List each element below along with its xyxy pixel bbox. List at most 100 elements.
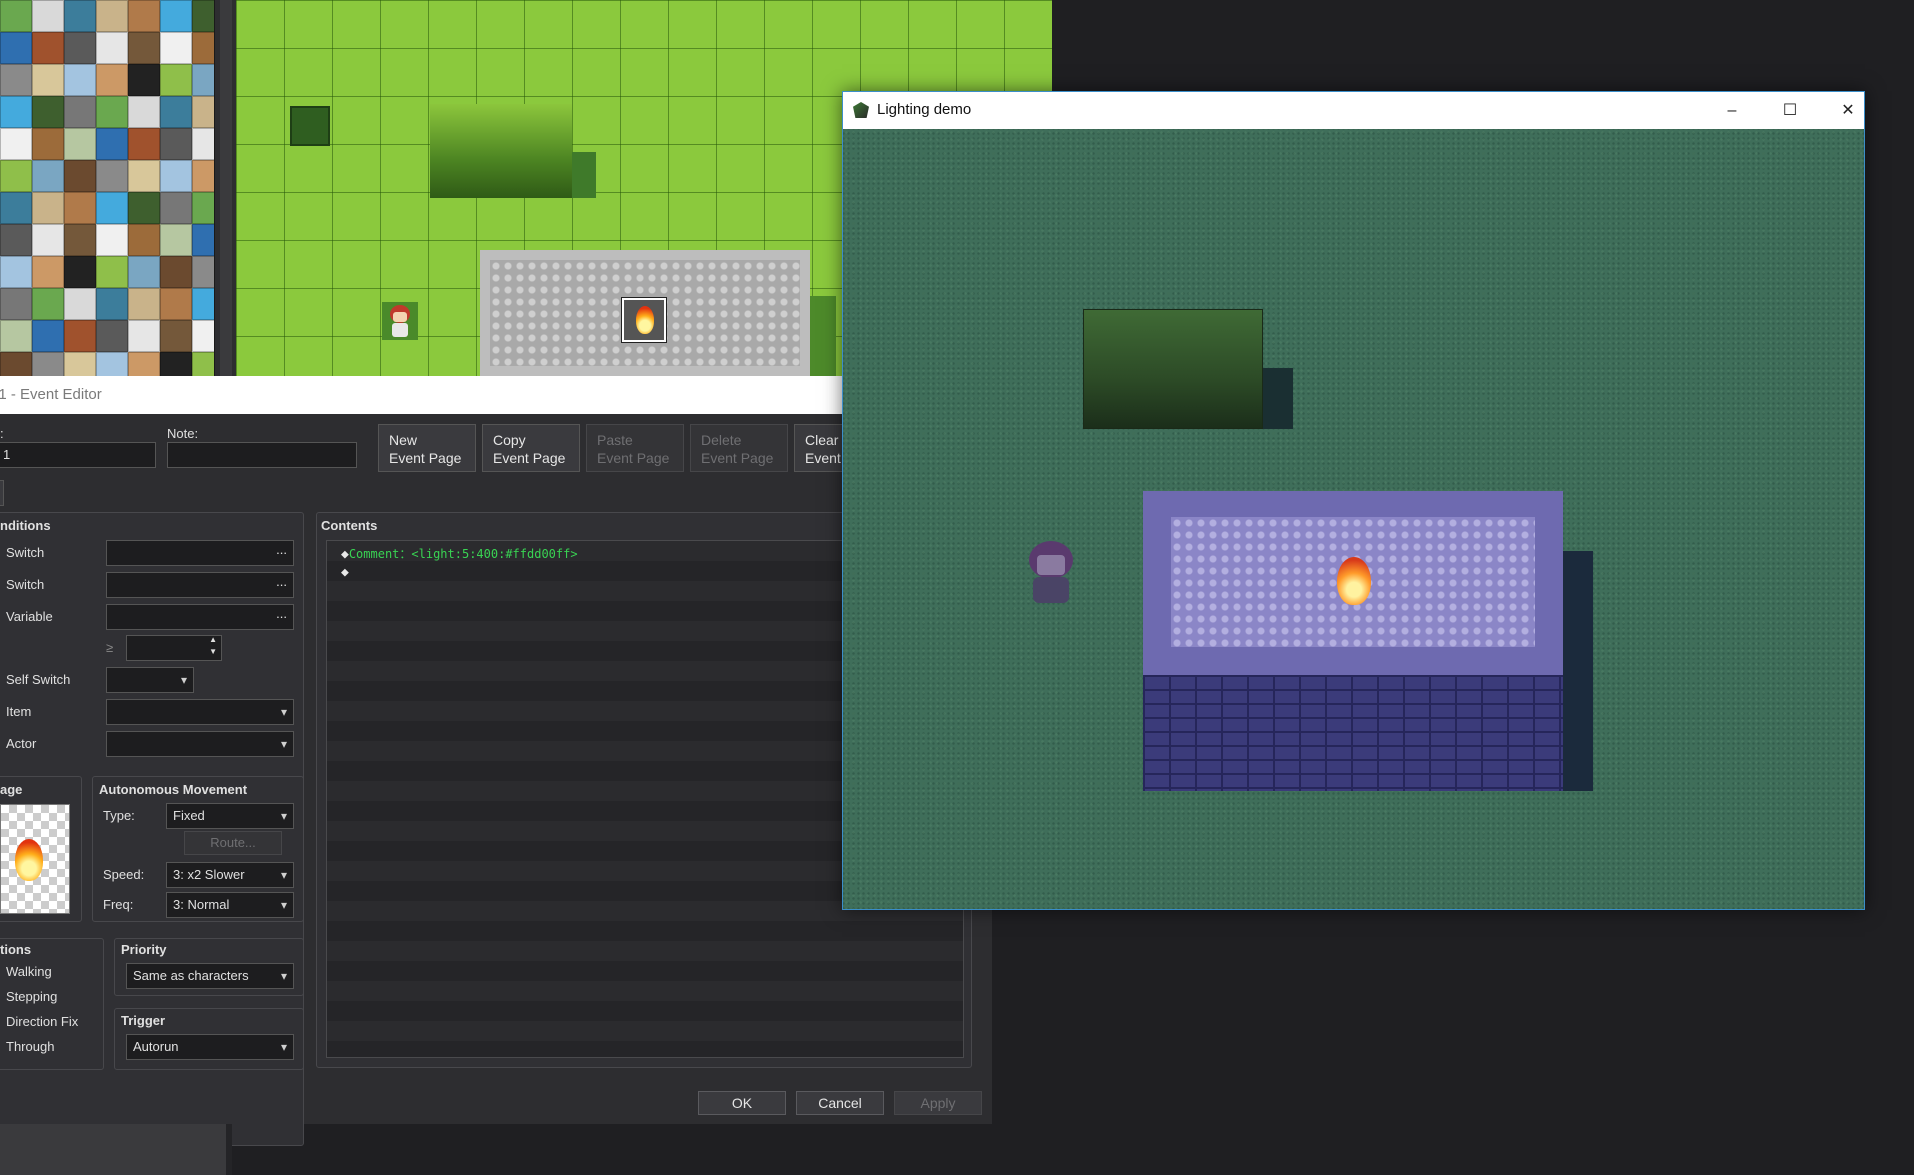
tileset-tile[interactable] (0, 320, 32, 352)
tileset-tile[interactable] (96, 224, 128, 256)
item-select[interactable] (106, 699, 294, 725)
tileset-tile[interactable] (96, 256, 128, 288)
tileset-tile[interactable] (32, 288, 64, 320)
tileset-tile[interactable] (64, 96, 96, 128)
tileset-tile[interactable] (192, 288, 214, 320)
page-tab[interactable] (0, 480, 4, 506)
tileset-tile[interactable] (128, 192, 160, 224)
copy-event-page-button[interactable]: Copy Event Page (482, 424, 580, 472)
walking-checkbox[interactable]: Walking (6, 964, 52, 979)
tileset-tile[interactable] (0, 192, 32, 224)
tileset-tile[interactable] (192, 64, 214, 96)
tileset-tile[interactable] (96, 0, 128, 32)
tileset-tile[interactable] (96, 352, 128, 376)
tileset-tile[interactable] (0, 64, 32, 96)
tileset-tile[interactable] (0, 256, 32, 288)
tileset-tile[interactable] (192, 160, 214, 192)
ellipsis-icon[interactable]: ... (276, 570, 287, 594)
stepper-arrows-icon[interactable]: ▲ ▼ (209, 634, 217, 658)
tileset-tile[interactable] (192, 320, 214, 352)
tileset-tile[interactable] (64, 0, 96, 32)
self-switch-select[interactable] (106, 667, 194, 693)
tileset-tile[interactable] (128, 0, 160, 32)
tileset-tile[interactable] (160, 256, 192, 288)
tileset-tile[interactable] (96, 320, 128, 352)
tileset-tile[interactable] (96, 128, 128, 160)
tileset-tile[interactable] (96, 64, 128, 96)
tileset-tile[interactable] (64, 352, 96, 376)
tileset-tile[interactable] (32, 32, 64, 64)
new-event-page-button[interactable]: New Event Page (378, 424, 476, 472)
tileset-tile[interactable] (32, 96, 64, 128)
tileset-tile[interactable] (64, 192, 96, 224)
demo-titlebar[interactable]: Lighting demo – ☐ ✕ (843, 92, 1864, 129)
tileset-tile[interactable] (0, 0, 32, 32)
tileset-tile[interactable] (128, 96, 160, 128)
tileset-tile[interactable] (96, 192, 128, 224)
ellipsis-icon[interactable]: ... (276, 602, 287, 626)
variable-value-stepper[interactable]: ▲ ▼ (126, 635, 222, 661)
maximize-button[interactable]: ☐ (1761, 92, 1819, 129)
game-view[interactable] (843, 129, 1864, 909)
tileset-tile[interactable] (32, 320, 64, 352)
tileset-tile[interactable] (128, 256, 160, 288)
tileset-tile[interactable] (128, 160, 160, 192)
tileset-tile[interactable] (32, 128, 64, 160)
tileset-tile[interactable] (160, 64, 192, 96)
tileset-tile[interactable] (128, 224, 160, 256)
tileset-tile[interactable] (96, 32, 128, 64)
tileset-tile[interactable] (192, 224, 214, 256)
tileset-tile[interactable] (64, 128, 96, 160)
tileset-tile[interactable] (64, 64, 96, 96)
stepping-checkbox[interactable]: Stepping (6, 989, 57, 1004)
trigger-select[interactable]: Autorun (126, 1034, 294, 1060)
ok-button[interactable]: OK (698, 1091, 786, 1115)
tileset-tile[interactable] (192, 96, 214, 128)
name-input[interactable]: 1 (0, 442, 156, 468)
tileset-tile[interactable] (160, 320, 192, 352)
scrollbar-thumb[interactable] (220, 0, 232, 376)
route-button[interactable]: Route... (184, 831, 282, 855)
tileset-tile[interactable] (32, 352, 64, 376)
minimize-button[interactable]: – (1703, 92, 1761, 129)
delete-event-page-button[interactable]: Delete Event Page (690, 424, 788, 472)
ellipsis-icon[interactable]: ... (276, 538, 287, 562)
tileset-tile[interactable] (192, 0, 214, 32)
tileset-tile[interactable] (160, 192, 192, 224)
tileset-tile[interactable] (0, 96, 32, 128)
variable-field[interactable]: ... (106, 604, 294, 630)
tileset-tile[interactable] (32, 192, 64, 224)
tileset-scrollbar[interactable] (214, 0, 236, 376)
command-line[interactable]: ◆Comment：<light:5:400:#ffdd00ff> (341, 545, 578, 562)
tileset-tile[interactable] (192, 352, 214, 376)
movement-speed-select[interactable]: 3: x2 Slower (166, 862, 294, 888)
through-checkbox[interactable]: Through (6, 1039, 54, 1054)
tileset-tile[interactable] (192, 192, 214, 224)
tileset-tile[interactable] (96, 96, 128, 128)
tileset-tile[interactable] (160, 224, 192, 256)
tileset-tile[interactable] (0, 160, 32, 192)
switch2-field[interactable]: ... (106, 572, 294, 598)
tileset-tile[interactable] (64, 224, 96, 256)
tileset-tile[interactable] (64, 256, 96, 288)
tileset-tile[interactable] (192, 128, 214, 160)
tileset-tile[interactable] (32, 64, 64, 96)
fire-event-tile[interactable] (621, 297, 667, 343)
tileset-tile[interactable] (0, 288, 32, 320)
tileset-tile[interactable] (64, 288, 96, 320)
tileset-tile[interactable] (32, 0, 64, 32)
tileset-tile[interactable] (64, 320, 96, 352)
actor-sprite[interactable] (382, 302, 418, 340)
tileset-tile[interactable] (128, 288, 160, 320)
tileset-tile[interactable] (96, 288, 128, 320)
switch1-field[interactable]: ... (106, 540, 294, 566)
tileset-tile[interactable] (32, 160, 64, 192)
tileset-tile[interactable] (128, 32, 160, 64)
close-button[interactable]: ✕ (1819, 92, 1877, 129)
priority-select[interactable]: Same as characters (126, 963, 294, 989)
tileset-palette[interactable] (0, 0, 214, 376)
event-image-preview[interactable] (0, 804, 70, 914)
tileset-tile[interactable] (128, 128, 160, 160)
tileset-tile[interactable] (160, 128, 192, 160)
tileset-tile[interactable] (0, 32, 32, 64)
